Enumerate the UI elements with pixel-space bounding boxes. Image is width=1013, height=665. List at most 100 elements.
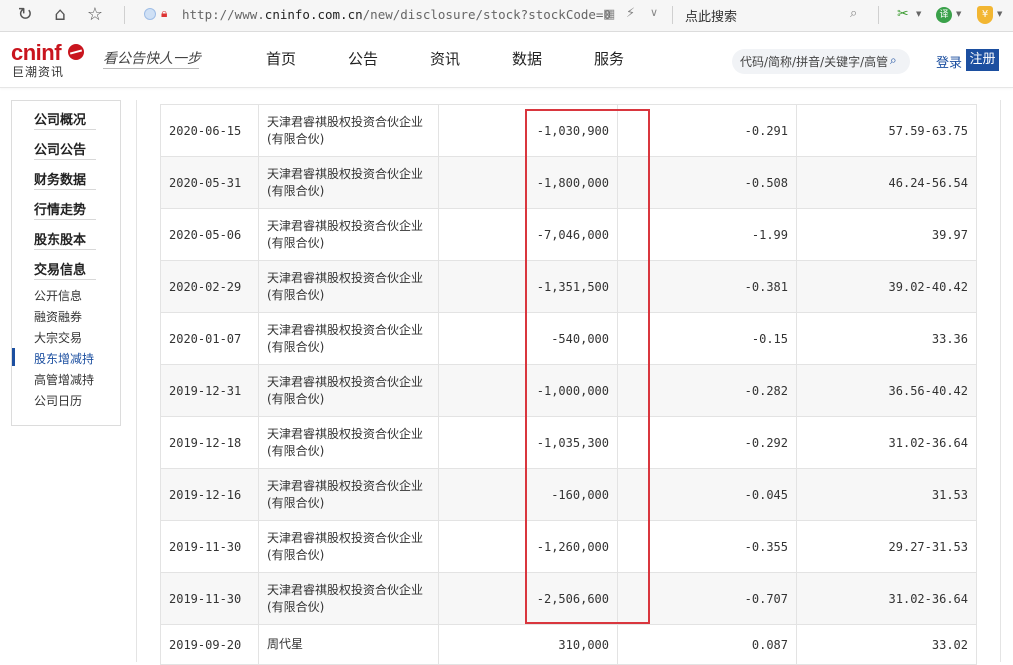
divider <box>34 159 96 160</box>
search-icon[interactable]: ⌕ <box>850 6 857 21</box>
change-amount-cell: -7,046,000 <box>438 208 618 261</box>
change-ratio-cell: -0.381 <box>617 260 797 313</box>
sidebar-subitem-margin[interactable]: 融资融券 <box>34 308 82 325</box>
divider <box>34 279 96 280</box>
sidebar-subitem-public-info[interactable]: 公开信息 <box>34 287 82 304</box>
change-amount-cell: 310,000 <box>438 624 618 665</box>
sidebar-subitem-holder-changes[interactable]: 股东增减持 <box>34 350 94 367</box>
table-row: 2019-11-30 天津君睿祺股权投资合伙企业 (有限合伙) -1,260,000-… <box>160 520 977 573</box>
holder-name-suffix: (有限合伙) <box>267 599 325 614</box>
holdings-table: 2020-06-15 天津君睿祺股权投资合伙企业 (有限合伙) -1,030,900-… <box>160 104 977 665</box>
price-range-cell: 46.24-56.54 <box>796 156 977 209</box>
holder-name: 天津君睿祺股权投资合伙企业 <box>267 218 424 233</box>
register-button[interactable]: 注册 <box>966 49 999 71</box>
search-icon[interactable]: ⌕ <box>890 53 897 68</box>
price-range-cell: 39.97 <box>796 208 977 261</box>
change-amount-cell: -540,000 <box>438 312 618 365</box>
nav-home[interactable]: 首页 <box>266 48 296 69</box>
browser-search-box[interactable]: 点此搜索 <box>685 6 737 25</box>
scissors-icon[interactable]: ✂ <box>897 6 909 22</box>
price-range-cell: 57.59-63.75 <box>796 104 977 157</box>
change-ratio-cell: -0.508 <box>617 156 797 209</box>
price-range-cell: 36.56-40.42 <box>796 364 977 417</box>
divider <box>136 100 137 662</box>
shield-icon[interactable] <box>144 8 156 20</box>
holder-name: 周代星 <box>267 637 304 651</box>
holder-cell: 周代星 <box>258 624 439 665</box>
login-link[interactable]: 登录 <box>936 52 962 71</box>
change-amount-cell: -1,030,900 <box>438 104 618 157</box>
holder-cell: 天津君睿祺股权投资合伙企业 (有限合伙) <box>258 364 439 417</box>
sidebar-subitem-calendar[interactable]: 公司日历 <box>34 392 82 409</box>
sidebar-item-trading[interactable]: 交易信息 <box>34 259 86 278</box>
chevron-down-icon[interactable]: ∨ <box>650 6 658 19</box>
sidebar-item-market[interactable]: 行情走势 <box>34 199 86 218</box>
holder-name: 天津君睿祺股权投资合伙企业 <box>267 374 424 389</box>
sidebar-item-company-profile[interactable]: 公司概况 <box>34 109 86 128</box>
holder-name-suffix: (有限合伙) <box>267 495 325 510</box>
site-header: cninf 巨潮资讯 看公告快人一步 首页 公告 资讯 数据 服务 ⌕ 登录 注… <box>0 32 1013 88</box>
holder-name-suffix: (有限合伙) <box>267 391 325 406</box>
date-cell: 2019-09-20 <box>160 624 259 665</box>
divider <box>1000 100 1001 662</box>
sidebar-item-financial[interactable]: 财务数据 <box>34 169 86 188</box>
holder-name-suffix: (有限合伙) <box>267 287 325 302</box>
sidebar-subitem-exec-changes[interactable]: 高管增减持 <box>34 371 94 388</box>
nav-data[interactable]: 数据 <box>512 48 542 69</box>
star-icon[interactable]: ☆ <box>84 4 106 26</box>
price-range-cell: 31.53 <box>796 468 977 521</box>
table-row: 2019-12-18 天津君睿祺股权投资合伙企业 (有限合伙) -1,035,300-… <box>160 416 977 469</box>
holder-name: 天津君睿祺股权投资合伙企业 <box>267 166 424 181</box>
holder-cell: 天津君睿祺股权投资合伙企业 (有限合伙) <box>258 208 439 261</box>
change-ratio-cell: -0.291 <box>617 104 797 157</box>
change-ratio-cell: -0.355 <box>617 520 797 573</box>
home-icon[interactable]: ⌂ <box>49 4 71 26</box>
table-row: 2019-09-20 周代星 310,000 0.087 33.02 <box>160 624 977 665</box>
holder-name-suffix: (有限合伙) <box>267 443 325 458</box>
change-ratio-cell: -0.292 <box>617 416 797 469</box>
date-cell: 2020-02-29 <box>160 260 259 313</box>
change-amount-cell: -1,351,500 <box>438 260 618 313</box>
sidebar-item-shareholders[interactable]: 股东股本 <box>34 229 86 248</box>
site-logo-cn: 巨潮资讯 <box>12 65 65 79</box>
holder-cell: 天津君睿祺股权投资合伙企业 (有限合伙) <box>258 104 439 157</box>
lightning-icon[interactable]: ⚡︎ <box>626 6 635 21</box>
divider <box>878 6 879 24</box>
change-ratio-cell: -0.282 <box>617 364 797 417</box>
chevron-down-icon[interactable]: ▼ <box>916 10 921 18</box>
chevron-down-icon[interactable]: ▼ <box>997 10 1002 18</box>
divider <box>34 249 96 250</box>
divider <box>34 219 96 220</box>
active-indicator <box>12 348 15 366</box>
url-path: /new/disclosure/stock?stockCode=0 <box>362 7 611 22</box>
nav-announcements[interactable]: 公告 <box>348 48 378 69</box>
divider <box>34 129 96 130</box>
site-search-input[interactable] <box>740 53 888 70</box>
chevron-down-icon[interactable]: ▼ <box>956 10 961 18</box>
change-amount-cell: -1,800,000 <box>438 156 618 209</box>
nav-services[interactable]: 服务 <box>594 48 624 69</box>
date-cell: 2019-12-16 <box>160 468 259 521</box>
browser-toolbar: ↻ ⌂ ☆ 🔒︎ http://www.cninfo.com.cn/new/di… <box>0 0 1013 32</box>
holder-name-suffix: (有限合伙) <box>267 339 325 354</box>
table-row: 2020-05-06 天津君睿祺股权投资合伙企业 (有限合伙) -7,046,000-… <box>160 208 977 261</box>
divider <box>103 68 199 69</box>
date-cell: 2020-05-06 <box>160 208 259 261</box>
reload-icon[interactable]: ↻ <box>14 4 36 26</box>
yuan-shield-icon[interactable]: ¥ <box>977 6 993 24</box>
holder-cell: 天津君睿祺股权投资合伙企业 (有限合伙) <box>258 520 439 573</box>
sidebar-item-announcements[interactable]: 公司公告 <box>34 139 86 158</box>
table-row: 2020-01-07 天津君睿祺股权投资合伙企业 (有限合伙) -540,000 -0.… <box>160 312 977 365</box>
qr-code-icon[interactable]: ▦ <box>603 7 615 22</box>
date-cell: 2020-01-07 <box>160 312 259 365</box>
address-bar[interactable]: http://www.cninfo.com.cn/new/disclosure/… <box>182 7 611 22</box>
change-ratio-cell: -0.15 <box>617 312 797 365</box>
sidebar-subitem-block-trade[interactable]: 大宗交易 <box>34 329 82 346</box>
holder-name-suffix: (有限合伙) <box>267 131 325 146</box>
insecure-lock-icon[interactable]: 🔒︎ <box>161 6 167 21</box>
nav-news[interactable]: 资讯 <box>430 48 460 69</box>
translate-icon[interactable]: 译 <box>936 7 952 23</box>
price-range-cell: 31.02-36.64 <box>796 416 977 469</box>
holder-name: 天津君睿祺股权投资合伙企业 <box>267 114 424 129</box>
change-ratio-cell: -0.045 <box>617 468 797 521</box>
